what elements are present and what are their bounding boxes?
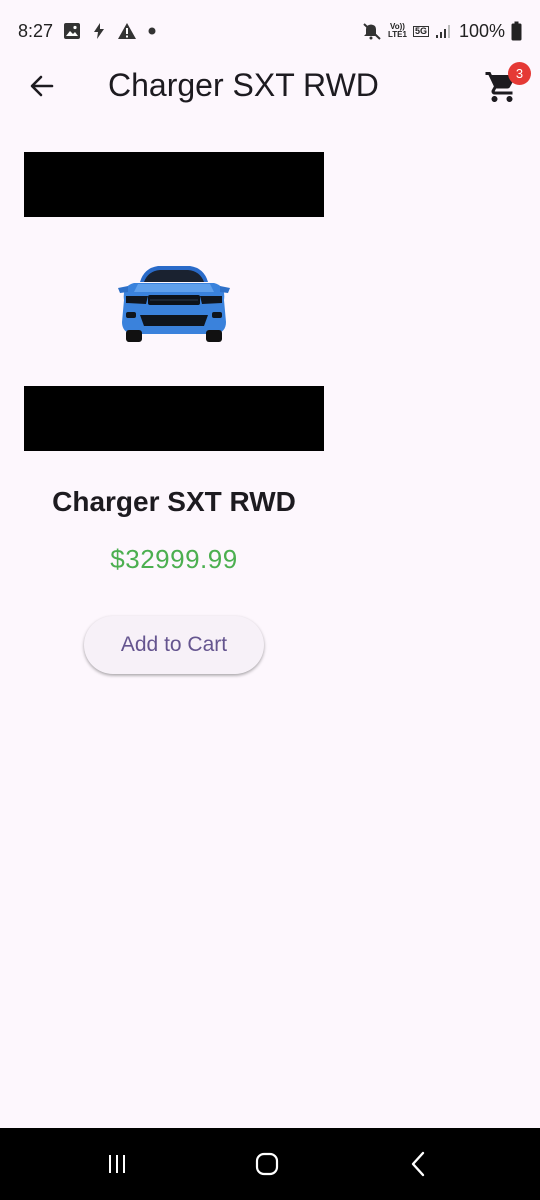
back-button[interactable] — [26, 70, 58, 102]
product-image — [24, 152, 324, 452]
battery-icon — [511, 21, 522, 41]
mute-icon — [362, 22, 382, 40]
recent-apps-button[interactable] — [97, 1148, 137, 1180]
product-name: Charger SXT RWD — [52, 486, 296, 517]
volte-line2: LTE1 — [387, 30, 407, 39]
home-icon — [255, 1152, 279, 1176]
system-nav-bar — [0, 1128, 540, 1200]
cart-count-badge: 3 — [508, 62, 531, 85]
back-icon — [411, 1151, 425, 1177]
dot-icon — [147, 26, 157, 36]
home-button[interactable] — [247, 1148, 287, 1180]
cart-button[interactable]: 3 — [484, 62, 531, 105]
signal-icon — [435, 23, 453, 39]
add-to-cart-button[interactable]: Add to Cart — [84, 616, 264, 674]
app-bar: Charger SXT RWD 3 — [0, 55, 540, 117]
page-title: Charger SXT RWD — [108, 67, 379, 103]
battery-percent: 100% — [458, 20, 505, 41]
volte-indicator: Vo)) LTE1 — [388, 23, 407, 39]
car-front-icon — [118, 266, 230, 342]
image-icon — [63, 22, 81, 40]
status-time: 8:27 — [18, 20, 54, 41]
status-right: Vo)) LTE1 5G 100% — [362, 21, 522, 42]
image-band-bottom — [24, 386, 324, 451]
warning-icon — [117, 22, 137, 40]
recent-apps-icon — [109, 1155, 125, 1173]
status-bar: 8:27 Vo)) LTE1 5G 100% — [0, 0, 540, 62]
nav-back-button[interactable] — [399, 1148, 439, 1180]
arrow-left-icon — [30, 75, 54, 97]
network-type: 5G — [412, 25, 429, 37]
product-price: $32999.99 — [110, 544, 238, 574]
status-left: 8:27 — [18, 21, 157, 42]
flash-icon — [91, 22, 107, 40]
image-band-top — [24, 152, 324, 217]
